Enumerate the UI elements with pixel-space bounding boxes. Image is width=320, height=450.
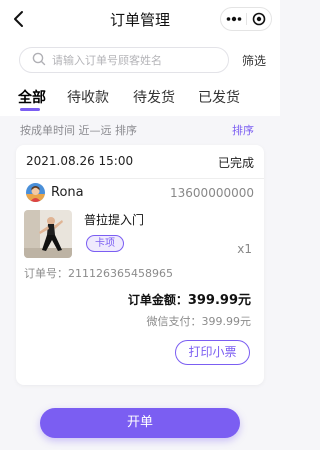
mini-program-capsule: [220, 7, 272, 31]
product-thumbnail: [24, 210, 72, 258]
close-target-icon[interactable]: [247, 8, 271, 30]
search-input[interactable]: [52, 53, 212, 67]
order-total-label: 订单金额：: [127, 293, 188, 307]
order-total: 订单金额：399.99元: [128, 289, 251, 308]
status-tabs: 全部 待收款 待发货 已发货: [0, 80, 280, 116]
bottom-bar: 开单: [0, 395, 280, 450]
order-date: 2021.08.26 15:00: [26, 154, 134, 168]
order-card[interactable]: 2021.08.26 15:00 已完成 Rona 13600000000 普拉…: [16, 145, 264, 385]
create-order-button[interactable]: 开单: [40, 408, 240, 438]
sort-row: 按成单时间 近—远 排序 排序: [0, 116, 280, 142]
filter-button[interactable]: 筛选: [242, 52, 266, 69]
card-divider: [16, 178, 264, 179]
payment-label: 微信支付：: [146, 315, 202, 328]
product-quantity: x1: [237, 242, 252, 256]
sort-description: 按成单时间 近—远 排序: [20, 124, 137, 137]
tab-all[interactable]: 全部: [18, 87, 46, 107]
order-total-amount: 399.99元: [187, 293, 251, 308]
customer-phone: 13600000000: [170, 186, 254, 200]
search-box[interactable]: [19, 47, 229, 73]
payment-info: 微信支付：399.99元: [147, 313, 252, 329]
order-number-label: 订单号：: [24, 267, 68, 280]
customer-avatar: [26, 183, 45, 202]
active-tab-indicator: [20, 108, 40, 111]
tab-pending-payment[interactable]: 待收款: [67, 87, 109, 107]
order-number-value: 211126365458965: [68, 267, 173, 280]
top-nav-bar: 订单管理: [0, 0, 280, 38]
customer-name: Rona: [51, 185, 84, 200]
tab-pending-shipment[interactable]: 待发货: [133, 87, 175, 107]
product-name: 普拉提入门: [84, 213, 145, 227]
search-row: 筛选: [0, 38, 280, 80]
print-receipt-button[interactable]: 打印小票: [175, 340, 250, 365]
tab-shipped[interactable]: 已发货: [198, 87, 240, 107]
product-type-badge: 卡项: [86, 235, 124, 252]
search-icon: [32, 51, 46, 70]
order-status: 已完成: [217, 156, 254, 170]
payment-amount: 399.99元: [201, 315, 252, 328]
order-number: 订单号：211126365458965: [24, 265, 173, 281]
more-dots-icon[interactable]: [221, 8, 246, 30]
sort-button[interactable]: 排序: [232, 122, 254, 138]
